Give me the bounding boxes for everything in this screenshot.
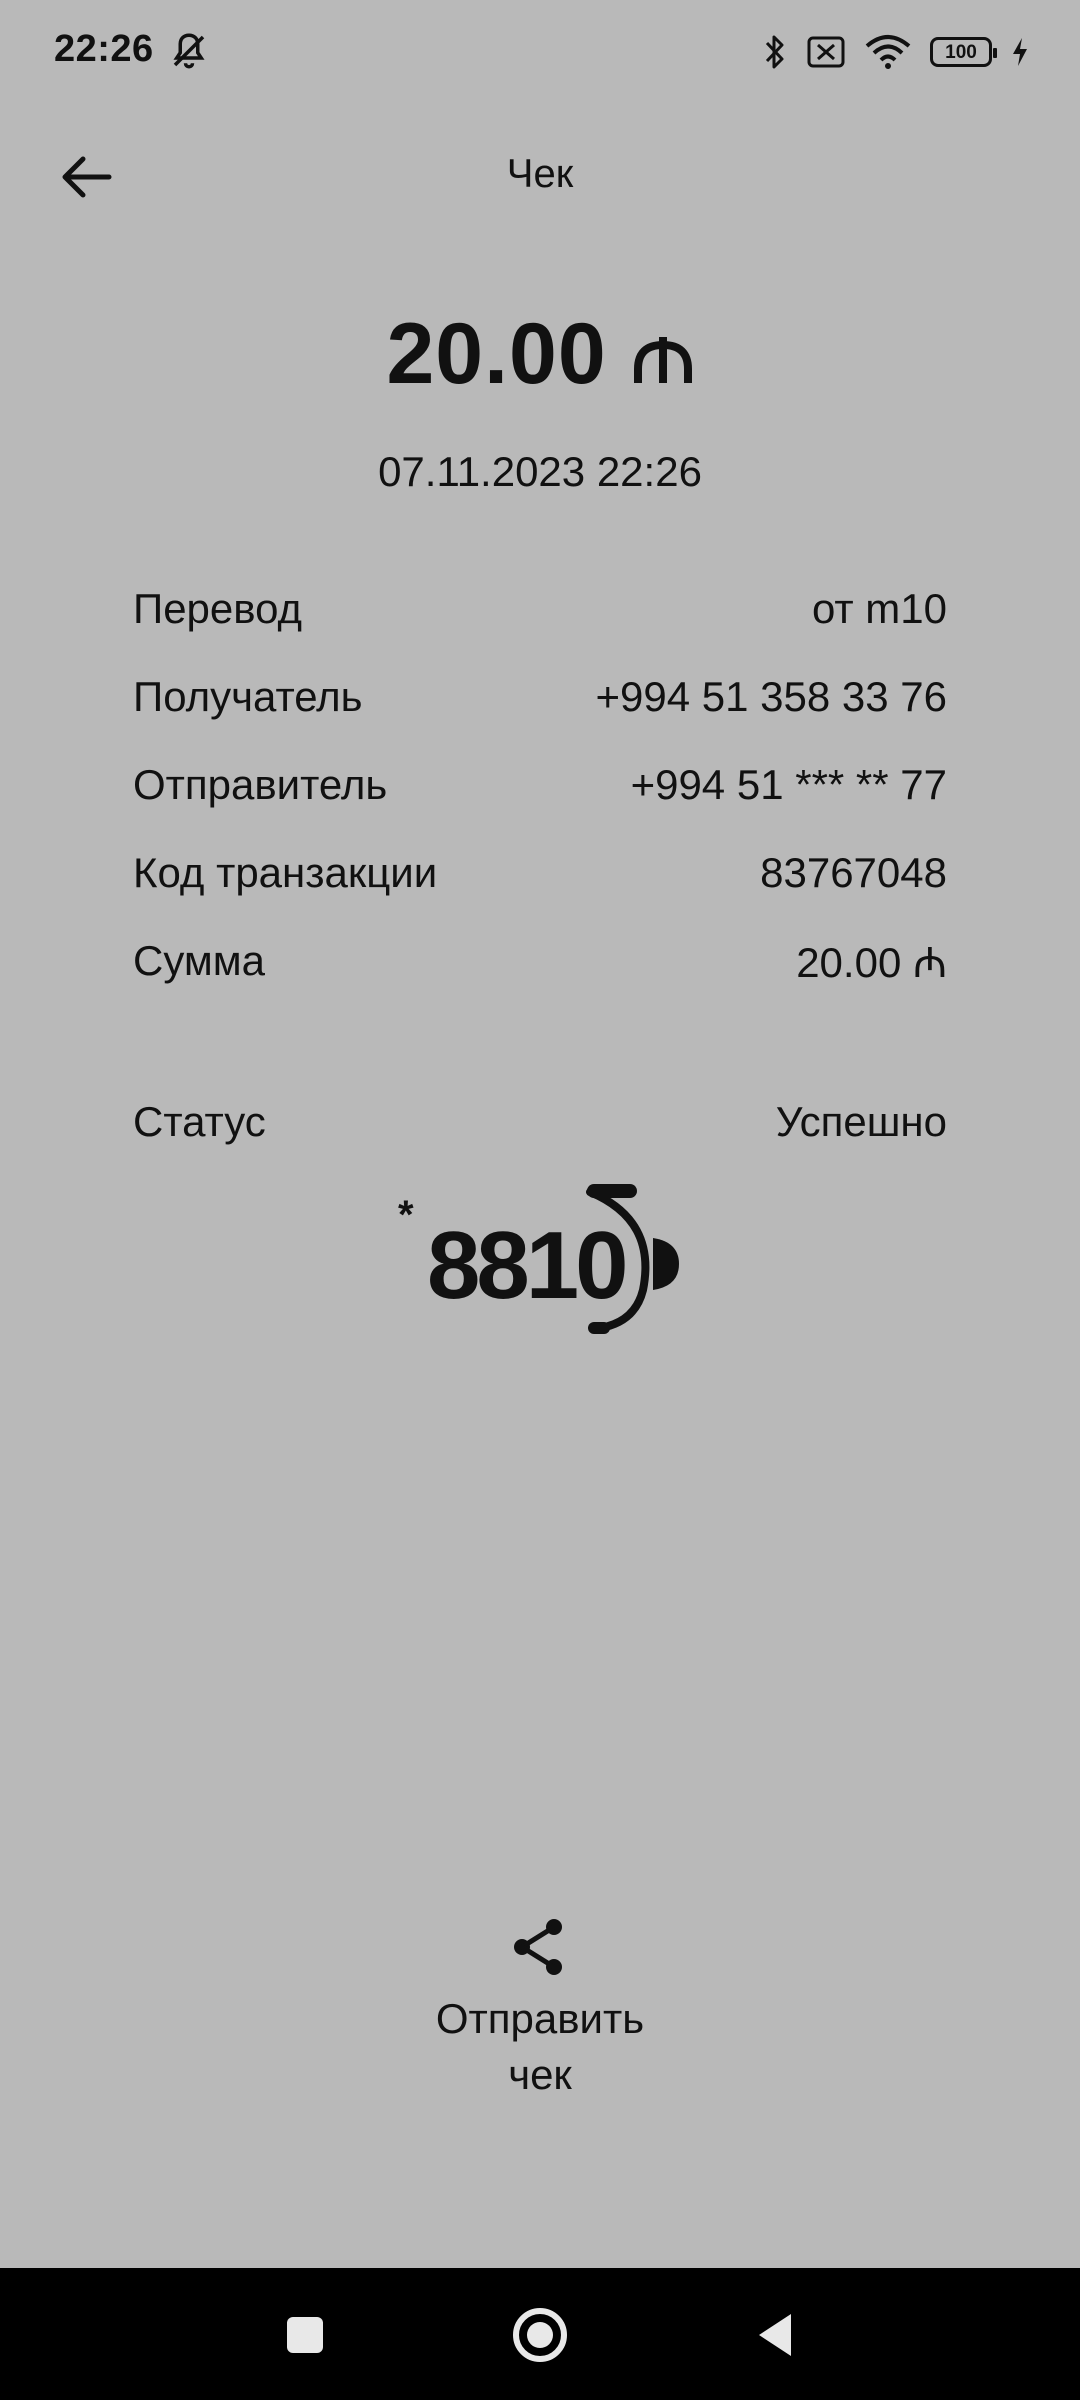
receipt-screen: 22:26 100 Чек 20.00 07.11.2023 22:26 Пер…	[0, 0, 1080, 2400]
mute-icon	[173, 33, 205, 69]
share-receipt-button[interactable]: Отправить чек	[340, 1915, 740, 2103]
sim-off-icon	[807, 36, 845, 68]
detail-label: Код транзакции	[133, 849, 438, 896]
detail-value: 20.00 ₼	[796, 938, 947, 986]
header: Чек	[0, 130, 1080, 225]
share-icon	[514, 1919, 562, 1975]
detail-value: +994 51 *** ** 77	[630, 761, 947, 808]
status-icons: 100	[762, 30, 1030, 74]
battery-icon: 100	[930, 37, 997, 67]
recents-icon	[287, 2317, 323, 2353]
detail-row-sender: Отправитель +994 51 *** ** 77	[133, 741, 947, 829]
home-button[interactable]	[505, 2300, 575, 2370]
detail-row-status: Статус Успешно	[133, 1078, 947, 1166]
status-bar: 22:26 100	[0, 0, 1080, 105]
receipt-amount: 20.00	[0, 305, 1080, 410]
wifi-icon	[865, 35, 911, 69]
logo-number: 8810	[427, 1212, 625, 1319]
detail-row-transaction-code: Код транзакции 83767048	[133, 829, 947, 917]
logo-star: *	[398, 1193, 414, 1237]
amount-value: 20.00	[386, 306, 607, 402]
detail-label: Отправитель	[133, 761, 388, 808]
detail-row-recipient: Получатель +994 51 358 33 76	[133, 653, 947, 741]
status-value: Успешно	[775, 1098, 947, 1145]
support-8810-logo: * 8810	[398, 1184, 679, 1334]
back-icon	[759, 2314, 791, 2356]
share-label: Отправить чек	[340, 1991, 740, 2103]
detail-value: +994 51 358 33 76	[595, 673, 947, 720]
detail-value: от m10	[811, 585, 947, 632]
share-label-line2: чек	[508, 2051, 572, 2098]
detail-value: 83767048	[760, 849, 947, 896]
detail-label: Перевод	[133, 585, 303, 632]
recents-button[interactable]	[270, 2300, 340, 2370]
status-label: Статус	[133, 1098, 266, 1145]
home-icon	[513, 2308, 567, 2362]
battery-level: 100	[945, 41, 977, 63]
receipt-datetime: 07.11.2023 22:26	[378, 448, 702, 495]
status-time: 22:26	[54, 28, 154, 70]
navigation-bar	[0, 2268, 1080, 2400]
system-back-button[interactable]	[740, 2300, 810, 2370]
bluetooth-icon	[765, 35, 784, 69]
detail-row-transfer: Перевод от m10	[133, 565, 947, 653]
receipt-details: Перевод от m10 Получатель +994 51 358 33…	[133, 565, 947, 1005]
detail-row-sum: Сумма 20.00 ₼	[133, 917, 947, 1005]
share-label-line1: Отправить	[435, 1995, 645, 2042]
page-title: Чек	[506, 152, 574, 196]
detail-label: Сумма	[133, 937, 265, 984]
detail-label: Получатель	[133, 673, 363, 720]
charging-icon	[1013, 38, 1027, 66]
manat-icon	[632, 311, 694, 410]
